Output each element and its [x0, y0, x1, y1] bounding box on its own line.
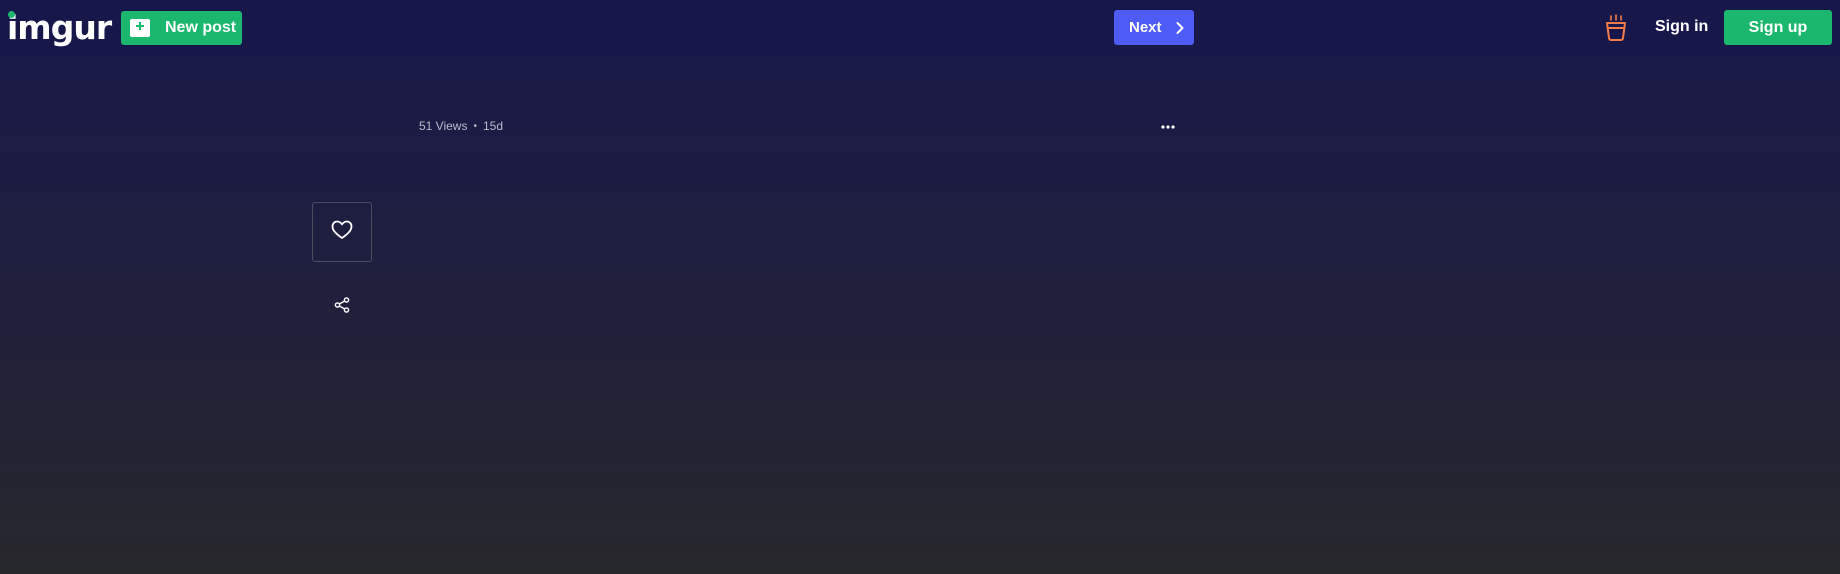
new-post-label: New post: [165, 19, 237, 36]
logo-dot: [8, 11, 15, 18]
sign-up-button[interactable]: Sign up: [1724, 10, 1832, 45]
plus-icon: [130, 19, 150, 37]
share-icon: [334, 296, 350, 318]
top-navigation-bar: imgur New post Next Sign in Sign up: [0, 0, 1840, 56]
logo-text: imgur: [7, 7, 112, 47]
next-post-button[interactable]: Next: [1114, 10, 1194, 45]
share-button[interactable]: [332, 296, 352, 318]
heart-icon: [331, 220, 353, 245]
bucket-icon[interactable]: [1604, 14, 1628, 42]
meta-separator: •: [473, 120, 477, 132]
post-meta: 51 Views • 15d: [419, 119, 503, 133]
sign-in-link[interactable]: Sign in: [1655, 18, 1708, 36]
favorite-button[interactable]: [312, 202, 372, 262]
more-options-button[interactable]: [1155, 114, 1181, 136]
more-options-icon: [1161, 116, 1175, 134]
chevron-right-icon: [1176, 21, 1184, 34]
post-age: 15d: [483, 119, 504, 133]
imgur-logo[interactable]: imgur: [7, 7, 112, 47]
view-count: 51 Views: [419, 119, 468, 133]
next-label: Next: [1129, 19, 1162, 36]
new-post-button[interactable]: New post: [121, 11, 242, 45]
